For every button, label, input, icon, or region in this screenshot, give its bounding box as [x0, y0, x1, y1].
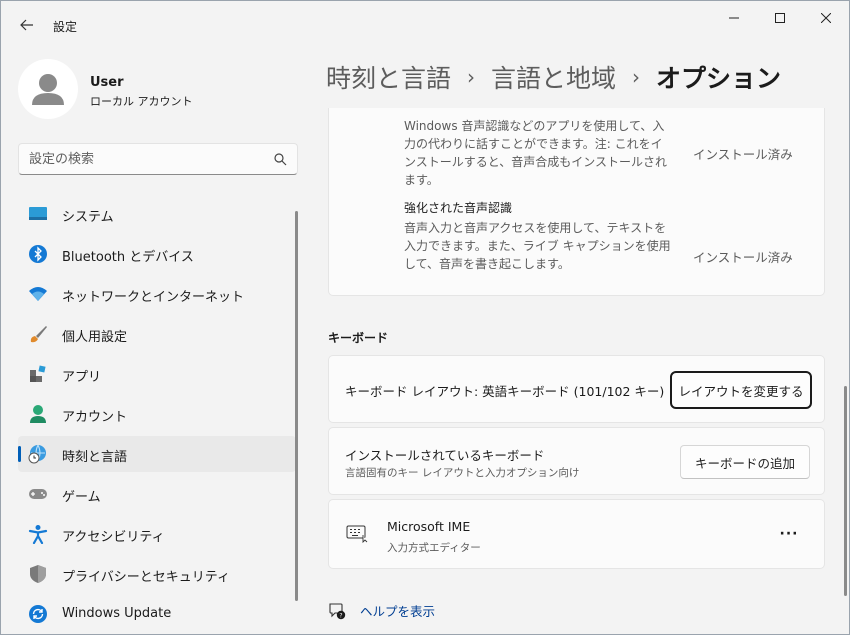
- breadcrumb-language-region[interactable]: 言語と地域: [491, 59, 616, 95]
- add-keyboard-button[interactable]: キーボードの追加: [680, 445, 810, 479]
- search-icon[interactable]: [273, 152, 287, 166]
- maximize-button[interactable]: [757, 1, 803, 35]
- installed-keyboards-title: インストールされているキーボード: [345, 448, 545, 463]
- keyboard-layout-card: キーボード レイアウト: 英語キーボード (101/102 キー) レイアウトを…: [328, 355, 825, 423]
- search-input[interactable]: [29, 144, 269, 174]
- enhanced-speech-title: 強化された音声認識: [404, 201, 513, 215]
- sidebar-item-personalization[interactable]: 個人用設定: [18, 316, 296, 352]
- time-language-icon: [28, 444, 48, 464]
- sidebar-item-time-language[interactable]: 時刻と言語: [18, 436, 296, 472]
- keyboard-section-heading: キーボード: [328, 331, 389, 345]
- bluetooth-icon: [28, 244, 48, 264]
- sidebar-item-accessibility[interactable]: アクセシビリティ: [18, 516, 296, 552]
- sidebar-item-apps[interactable]: アプリ: [18, 356, 296, 392]
- sidebar-item-windows-update[interactable]: Windows Update: [18, 596, 296, 632]
- keyboard-icon: [346, 525, 368, 543]
- sidebar-nav: システム Bluetooth とデバイス ネットワークとインターネット 個人用設…: [18, 196, 296, 635]
- ime-subtitle: 入力方式エディター: [387, 542, 481, 554]
- speech-features-card: Windows 音声認識などのアプリを使用して、入力の代わりに話すことができます…: [328, 108, 825, 296]
- enhanced-speech-status: インストール済み: [693, 250, 793, 265]
- svg-text:?: ?: [339, 612, 342, 619]
- shield-icon: [28, 564, 48, 584]
- profile-name: User: [90, 75, 124, 90]
- chevron-right-icon: ›: [467, 65, 476, 89]
- sidebar-scrollbar[interactable]: [295, 211, 298, 601]
- ime-name: Microsoft IME: [387, 519, 471, 534]
- speech-feature-description: Windows 音声認識などのアプリを使用して、入力の代わりに話すことができます…: [404, 119, 668, 187]
- help-link[interactable]: ? ヘルプを表示: [328, 601, 435, 620]
- apps-icon: [28, 364, 48, 384]
- brush-icon: [28, 324, 48, 344]
- installed-keyboards-subtitle: 言語固有のキー レイアウトと入力オプション向け: [345, 467, 580, 479]
- chevron-right-icon: ›: [632, 65, 641, 89]
- minimize-icon: [729, 17, 739, 19]
- profile-account-type: ローカル アカウント: [90, 95, 193, 108]
- speech-feature-status: インストール済み: [693, 147, 793, 162]
- user-avatar-icon: [32, 74, 64, 105]
- page-title: オプション: [656, 64, 782, 93]
- sidebar-item-system[interactable]: システム: [18, 196, 296, 232]
- wifi-icon: [28, 284, 48, 304]
- account-icon: [28, 404, 48, 424]
- microsoft-ime-card[interactable]: Microsoft IME 入力方式エディター ···: [328, 499, 825, 569]
- keyboard-layout-label: キーボード レイアウト: 英語キーボード (101/102 キー): [345, 384, 665, 399]
- more-options-button[interactable]: ···: [773, 520, 805, 548]
- help-label: ヘルプを表示: [360, 604, 436, 619]
- back-button[interactable]: [13, 11, 41, 39]
- sidebar-item-gaming[interactable]: ゲーム: [18, 476, 296, 512]
- avatar[interactable]: [18, 59, 78, 119]
- close-button[interactable]: [803, 1, 849, 35]
- change-layout-button[interactable]: レイアウトを変更する: [670, 371, 812, 409]
- update-icon: [28, 604, 48, 624]
- gamepad-icon: [28, 484, 48, 504]
- minimize-button[interactable]: [711, 1, 757, 35]
- main-scrollbar[interactable]: [844, 386, 847, 596]
- breadcrumb: 時刻と言語 › 言語と地域 › オプション: [326, 59, 781, 95]
- maximize-icon: [775, 13, 785, 23]
- enhanced-speech-description: 音声入力と音声アクセスを使用して、テキストを入力できます。また、ライブ キャプシ…: [404, 221, 671, 271]
- close-icon: [821, 13, 831, 23]
- app-title: 設定: [53, 20, 78, 34]
- back-arrow-icon: [20, 19, 33, 31]
- help-icon: ?: [329, 602, 346, 619]
- main-content: Windows 音声認識などのアプリを使用して、入力の代わりに話すことができます…: [327, 108, 827, 635]
- sidebar-item-bluetooth[interactable]: Bluetooth とデバイス: [18, 236, 296, 272]
- search-box[interactable]: [18, 143, 298, 175]
- system-icon: [28, 204, 48, 224]
- breadcrumb-time-language[interactable]: 時刻と言語: [326, 59, 451, 95]
- title-bar: 設定: [1, 1, 849, 49]
- sidebar-item-privacy[interactable]: プライバシーとセキュリティ: [18, 556, 296, 592]
- sidebar-item-accounts[interactable]: アカウント: [18, 396, 296, 432]
- sidebar-item-network[interactable]: ネットワークとインターネット: [18, 276, 296, 312]
- accessibility-icon: [28, 524, 48, 544]
- installed-keyboards-card: インストールされているキーボード 言語固有のキー レイアウトと入力オプション向け…: [328, 427, 825, 495]
